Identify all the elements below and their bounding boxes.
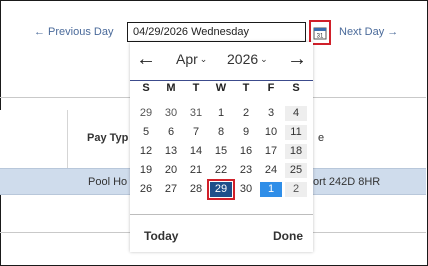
previous-day-link[interactable]: ← Previous Day [34,26,113,38]
calendar-day[interactable]: 7 [185,125,207,140]
calendar-day[interactable]: 12 [135,144,157,159]
weekday-header: T [192,82,200,94]
calendar-day[interactable]: 10 [260,125,282,140]
calendar-day[interactable]: 1 [260,182,282,197]
date-picker-popup: ← Apr ⌄ 2026 ⌄ → S M T W T F S 29 30 31 1 2 3 4 5 6 7 8 9 10 1… [130,42,313,252]
calendar-day[interactable]: 18 [285,144,307,159]
cell-pay-type: Pool Ho [88,176,128,188]
calendar-day[interactable]: 14 [185,144,207,159]
calendar-day[interactable]: 25 [285,163,307,178]
next-month-arrow-icon[interactable]: → [287,48,307,70]
calendar-day[interactable]: 1 [210,106,232,121]
weekday-header: M [166,82,176,94]
calendar-day[interactable]: 28 [185,182,207,197]
calendar-day[interactable]: 22 [210,163,232,178]
calendar-icon: 31 [313,27,327,39]
calendar-day[interactable]: 9 [235,125,257,140]
calendar-day[interactable]: 15 [210,144,232,159]
calendar-day[interactable]: 29 [135,106,157,121]
month-value: Apr [176,51,198,67]
calendar-day[interactable]: 13 [160,144,182,159]
calendar-day[interactable]: 20 [160,163,182,178]
calendar-day[interactable]: 27 [160,182,182,197]
calendar-day[interactable]: 4 [285,106,307,121]
calendar-day[interactable]: 29 [207,179,235,200]
calendar-day[interactable]: 17 [260,144,282,159]
year-value: 2026 [227,51,259,67]
calendar-day[interactable]: 11 [285,125,307,140]
calendar-day[interactable]: 21 [185,163,207,178]
today-button[interactable]: Today [144,229,178,243]
calendar-day[interactable]: 24 [260,163,282,178]
previous-month-arrow-icon[interactable]: ← [136,48,156,70]
chevron-down-icon: ⌄ [260,54,268,64]
calendar-day[interactable]: 30 [235,182,257,197]
weekday-header: F [267,82,275,94]
calendar-day[interactable]: 2 [235,106,257,121]
calendar-day[interactable]: 8 [210,125,232,140]
calendar-day[interactable]: 3 [260,106,282,121]
cell-description: ort 242D 8HR [313,176,381,188]
weekday-header: T [242,82,250,94]
date-picker-footer: Today Done [130,214,313,253]
header-fragment: e [318,132,325,144]
date-picker-header: ← Apr ⌄ 2026 ⌄ → [130,42,313,81]
calendar-day[interactable]: 2 [285,182,307,197]
header-pay-type[interactable]: Pay Typ [87,132,128,144]
month-select[interactable]: Apr ⌄ [176,51,207,67]
date-field[interactable]: 04/29/2026 Wednesday [127,22,306,42]
calendar-day[interactable]: 19 [135,163,157,178]
chevron-down-icon: ⌄ [199,54,208,64]
svg-text:31: 31 [317,33,324,39]
calendar-day[interactable]: 6 [160,125,182,140]
calendar-day[interactable]: 16 [235,144,257,159]
next-day-link[interactable]: Next Day → [339,26,398,38]
weekday-header: S [292,82,300,94]
calendar-day[interactable]: 5 [135,125,157,140]
calendar-day[interactable]: 30 [160,106,182,121]
done-button[interactable]: Done [273,229,303,243]
calendar-day[interactable]: 23 [235,163,257,178]
calendar-day[interactable]: 26 [135,182,157,197]
weekday-header: S [142,82,150,94]
year-select[interactable]: 2026 ⌄ [227,51,268,67]
calendar-day[interactable]: 31 [185,106,207,121]
weekday-header: W [215,82,227,94]
